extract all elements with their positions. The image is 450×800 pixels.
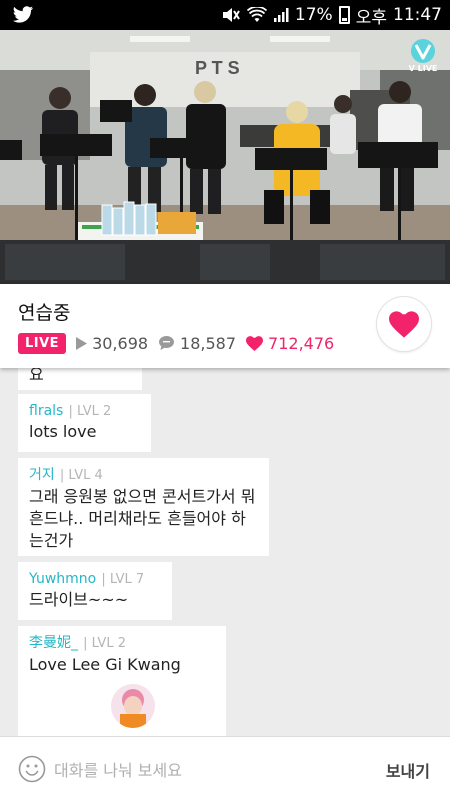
chat-username[interactable]: flrals bbox=[29, 403, 63, 419]
wifi-icon bbox=[246, 7, 267, 22]
chat-message-header: Yuwhmno | LVL 7 bbox=[29, 568, 161, 587]
signal-icon bbox=[273, 8, 289, 22]
chat-message: Yuwhmno | LVL 7 드라이브~~~ bbox=[18, 562, 172, 620]
broadcast-stats: LIVE 30,698 18,587 712,476 bbox=[18, 332, 334, 354]
mute-icon bbox=[222, 8, 240, 22]
broadcast-info-panel: 연습중 LIVE 30,698 18,587 712,476 bbox=[0, 284, 450, 368]
chat-message: 李曼妮_ | LVL 2 Love Lee Gi Kwang bbox=[18, 626, 226, 736]
heart-icon bbox=[246, 335, 264, 351]
chat-level: | LVL 2 bbox=[68, 404, 112, 419]
status-icons: 17% 오후 11:47 bbox=[221, 3, 442, 28]
view-count: 30,698 bbox=[76, 334, 148, 353]
heart-count: 712,476 bbox=[246, 334, 334, 353]
vlive-logo: V LIVE bbox=[406, 38, 440, 76]
chat-level: | LVL 2 bbox=[83, 636, 126, 651]
chat-level: | LVL 7 bbox=[101, 572, 145, 587]
heart-like-button[interactable] bbox=[376, 296, 432, 352]
status-bar: 17% 오후 11:47 bbox=[0, 0, 450, 30]
chat-username[interactable]: 李曼妮_ bbox=[29, 635, 78, 651]
chat-message-text: lots love bbox=[29, 422, 97, 441]
time-period: 오후 bbox=[355, 7, 387, 28]
banner-text: P T S bbox=[195, 58, 240, 78]
comment-count-value: 18,587 bbox=[180, 333, 237, 353]
play-icon bbox=[76, 336, 88, 350]
heart-icon bbox=[389, 310, 419, 338]
chat-message-header: 李曼妮_ | LVL 2 bbox=[29, 632, 215, 652]
live-video-player[interactable]: P T S V LIVE bbox=[0, 30, 450, 284]
chat-level: | LVL 4 bbox=[59, 468, 103, 483]
battery-percent: 17% bbox=[294, 5, 333, 25]
chat-message-text: Love Lee Gi Kwang bbox=[29, 655, 181, 674]
broadcast-title: 연습중 bbox=[18, 302, 71, 324]
clock-time: 11:47 bbox=[393, 5, 442, 25]
twitter-icon bbox=[12, 6, 34, 23]
chat-input-bar: 보내기 bbox=[0, 736, 450, 800]
chat-message-text: 요 bbox=[29, 368, 44, 384]
chat-message-input[interactable] bbox=[54, 757, 354, 783]
battery-icon bbox=[338, 6, 350, 24]
live-badge: LIVE bbox=[18, 332, 67, 354]
comment-count: 18,587 bbox=[158, 334, 236, 353]
vlive-logo-text: V LIVE bbox=[408, 64, 438, 73]
heart-count-value: 712,476 bbox=[268, 333, 335, 353]
chat-bubble-icon bbox=[158, 335, 175, 351]
chat-username[interactable]: Yuwhmno bbox=[29, 571, 96, 587]
chat-message: 요 bbox=[18, 368, 142, 390]
chat-username[interactable]: 거지 bbox=[29, 467, 55, 483]
chat-message-header: 거지 | LVL 4 bbox=[29, 464, 258, 484]
chat-message: 거지 | LVL 4 그래 응원봉 없으면 콘서트가서 뭐흔드냐.. 머리채라도… bbox=[18, 458, 269, 556]
send-button[interactable]: 보내기 bbox=[386, 758, 430, 782]
chat-list[interactable]: 요 flrals | LVL 2 lots love 거지 | LVL 4 그래… bbox=[0, 368, 450, 736]
vlive-v-icon bbox=[411, 39, 435, 63]
view-count-value: 30,698 bbox=[92, 333, 149, 353]
chat-message-text: 드라이브~~~ bbox=[29, 590, 129, 609]
chat-message-text: 그래 응원봉 없으면 콘서트가서 뭐흔드냐.. 머리채라도 흔들어야 하는건가 bbox=[29, 487, 256, 550]
chat-message-header: flrals | LVL 2 bbox=[29, 400, 140, 419]
sticker-image bbox=[111, 684, 155, 728]
video-frame: P T S bbox=[0, 30, 450, 284]
emoji-icon[interactable] bbox=[18, 755, 46, 783]
chat-message: flrals | LVL 2 lots love bbox=[18, 394, 151, 452]
